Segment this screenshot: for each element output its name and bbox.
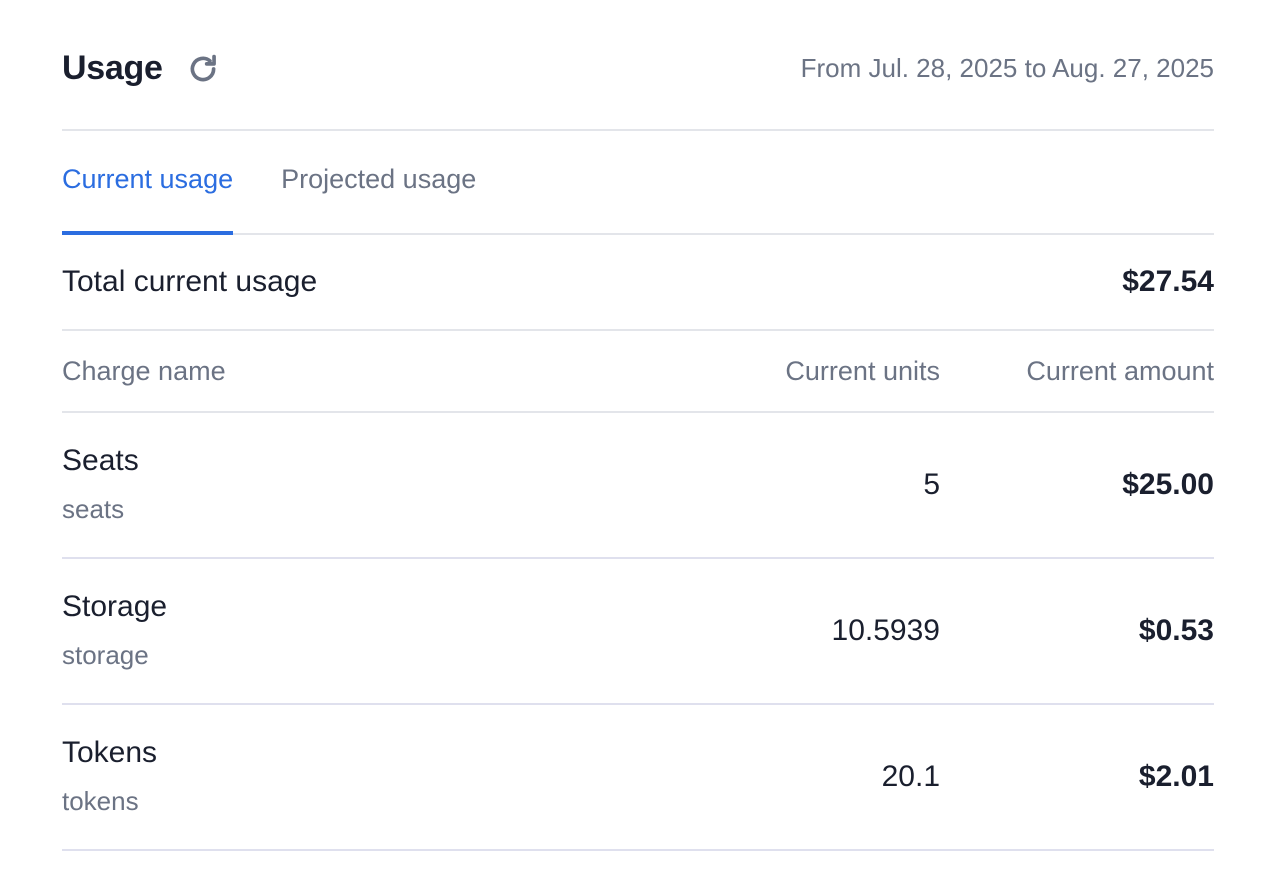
refresh-button[interactable] (185, 51, 221, 87)
table-row: Tokens tokens 20.1 $2.01 (62, 705, 1214, 851)
table-row: Seats seats 5 $25.00 (62, 413, 1214, 559)
charge-name: Tokens (62, 736, 158, 769)
usage-header: Usage From Jul. 28, 2025 to Aug. 27, 202… (62, 0, 1214, 131)
charge-code: tokens (62, 786, 139, 816)
usage-panel: Usage From Jul. 28, 2025 to Aug. 27, 202… (62, 0, 1214, 851)
charge-name: Seats (62, 444, 139, 477)
table-row: Storage storage 10.5939 $0.53 (62, 559, 1214, 705)
charge-amount: $2.01 (1138, 760, 1214, 793)
usage-tabs: Current usage Projected usage (62, 131, 1214, 235)
column-current-units: Current units (785, 355, 940, 386)
charge-cell: Seats seats (62, 441, 680, 529)
date-range: From Jul. 28, 2025 to Aug. 27, 2025 (800, 53, 1214, 83)
tab-projected-usage[interactable]: Projected usage (281, 131, 476, 233)
charge-units: 10.5939 (831, 614, 940, 647)
charge-cell: Storage storage (62, 587, 680, 675)
total-usage-value: $27.54 (1122, 265, 1214, 298)
total-usage-label: Total current usage (62, 265, 318, 298)
title-group: Usage (62, 49, 221, 88)
refresh-icon (190, 54, 216, 81)
total-usage-row: Total current usage $27.54 (62, 235, 1214, 331)
charge-units: 20.1 (881, 760, 940, 793)
column-current-amount: Current amount (1026, 355, 1214, 386)
charge-amount: $0.53 (1138, 614, 1214, 647)
charge-code: seats (62, 494, 125, 524)
charge-amount: $25.00 (1122, 468, 1214, 501)
charge-units: 5 (923, 468, 940, 501)
charge-code: storage (62, 640, 149, 670)
tab-current-usage[interactable]: Current usage (62, 131, 234, 235)
page-title: Usage (62, 49, 163, 87)
column-charge-name: Charge name (62, 355, 226, 386)
table-header: Charge name Current units Current amount (62, 331, 1214, 413)
charge-cell: Tokens tokens (62, 733, 680, 821)
charge-name: Storage (62, 590, 168, 623)
